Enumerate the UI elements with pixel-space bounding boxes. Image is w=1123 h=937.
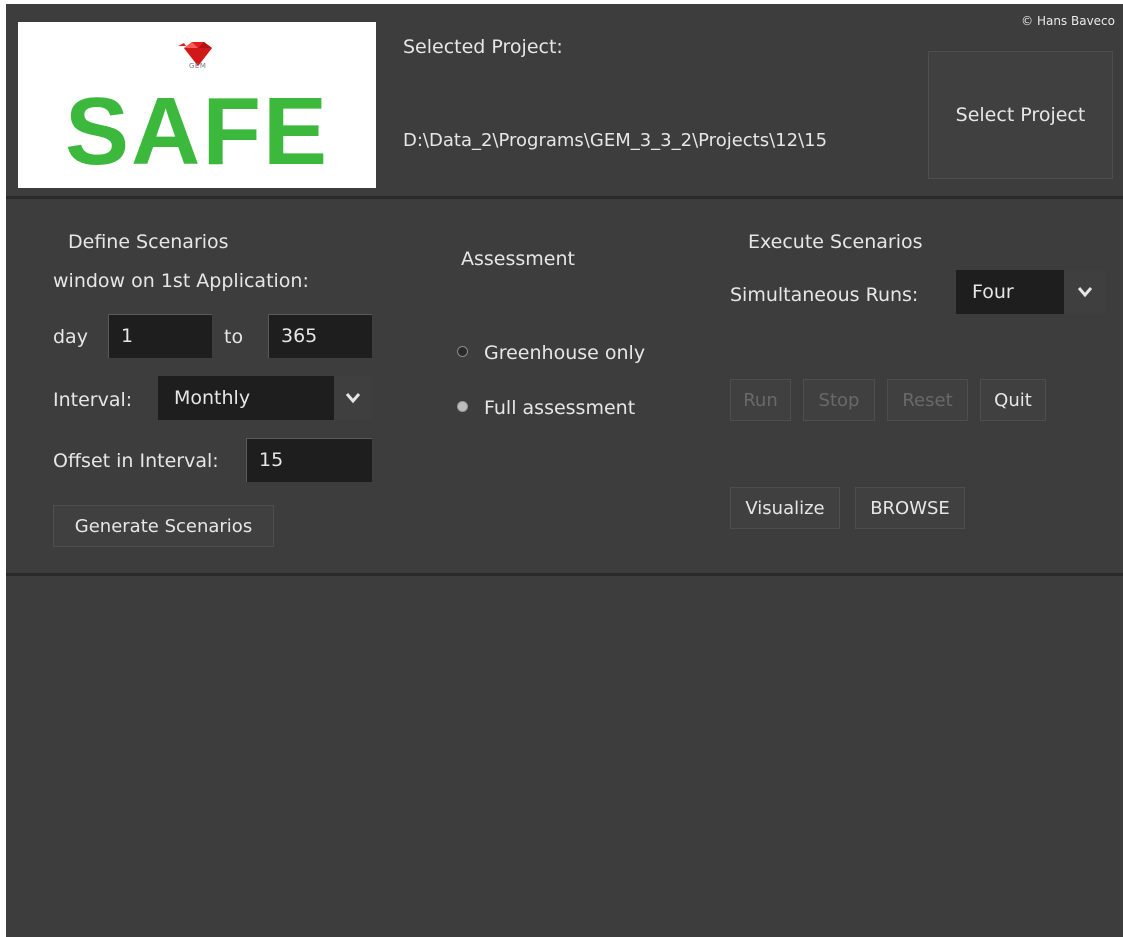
- safe-logo: GEM SAFE: [18, 22, 376, 188]
- interval-select[interactable]: Monthly: [158, 376, 372, 420]
- greenhouse-only-label[interactable]: Greenhouse only: [484, 342, 645, 364]
- logo-text: SAFE: [64, 78, 330, 185]
- gem-label: GEM: [189, 62, 207, 70]
- runs-value: Four: [972, 281, 1014, 303]
- full-assessment-radio[interactable]: [457, 401, 468, 412]
- copyright-text: © Hans Baveco: [1021, 14, 1115, 28]
- interval-label: Interval:: [53, 389, 133, 411]
- reset-button[interactable]: Reset: [887, 379, 968, 421]
- output-area: [6, 576, 1123, 937]
- day-label: day: [53, 326, 88, 348]
- interval-value: Monthly: [174, 387, 251, 409]
- project-path: D:\Data_2\Programs\GEM_3_3_2\Projects\12…: [403, 130, 828, 151]
- run-button[interactable]: Run: [730, 379, 791, 421]
- execute-scenarios-title: Execute Scenarios: [748, 231, 923, 253]
- select-project-button[interactable]: Select Project: [928, 51, 1113, 179]
- define-scenarios-title: Define Scenarios: [68, 231, 229, 253]
- window-label: window on 1st Application:: [53, 270, 309, 292]
- selected-project-label: Selected Project:: [403, 36, 563, 58]
- browse-button[interactable]: BROWSE: [855, 487, 965, 529]
- chevron-down-icon[interactable]: [334, 376, 372, 420]
- visualize-button[interactable]: Visualize: [730, 487, 840, 529]
- generate-scenarios-button[interactable]: Generate Scenarios: [53, 505, 274, 547]
- day-from-input[interactable]: 1: [108, 314, 212, 358]
- stop-button[interactable]: Stop: [803, 379, 875, 421]
- to-label: to: [224, 326, 244, 348]
- simultaneous-runs-label: Simultaneous Runs:: [730, 284, 919, 306]
- offset-label: Offset in Interval:: [53, 450, 219, 472]
- day-to-input[interactable]: 365: [268, 314, 372, 358]
- full-assessment-label[interactable]: Full assessment: [484, 397, 635, 419]
- header-divider: [6, 196, 1123, 199]
- assessment-title: Assessment: [461, 248, 575, 270]
- offset-input[interactable]: 15: [246, 438, 372, 482]
- quit-button[interactable]: Quit: [980, 379, 1046, 421]
- chevron-down-icon[interactable]: [1064, 270, 1106, 314]
- simultaneous-runs-select[interactable]: Four: [956, 270, 1106, 314]
- greenhouse-only-radio[interactable]: [457, 346, 468, 357]
- app-window: GEM SAFE © Hans Baveco Selected Project:…: [6, 4, 1123, 937]
